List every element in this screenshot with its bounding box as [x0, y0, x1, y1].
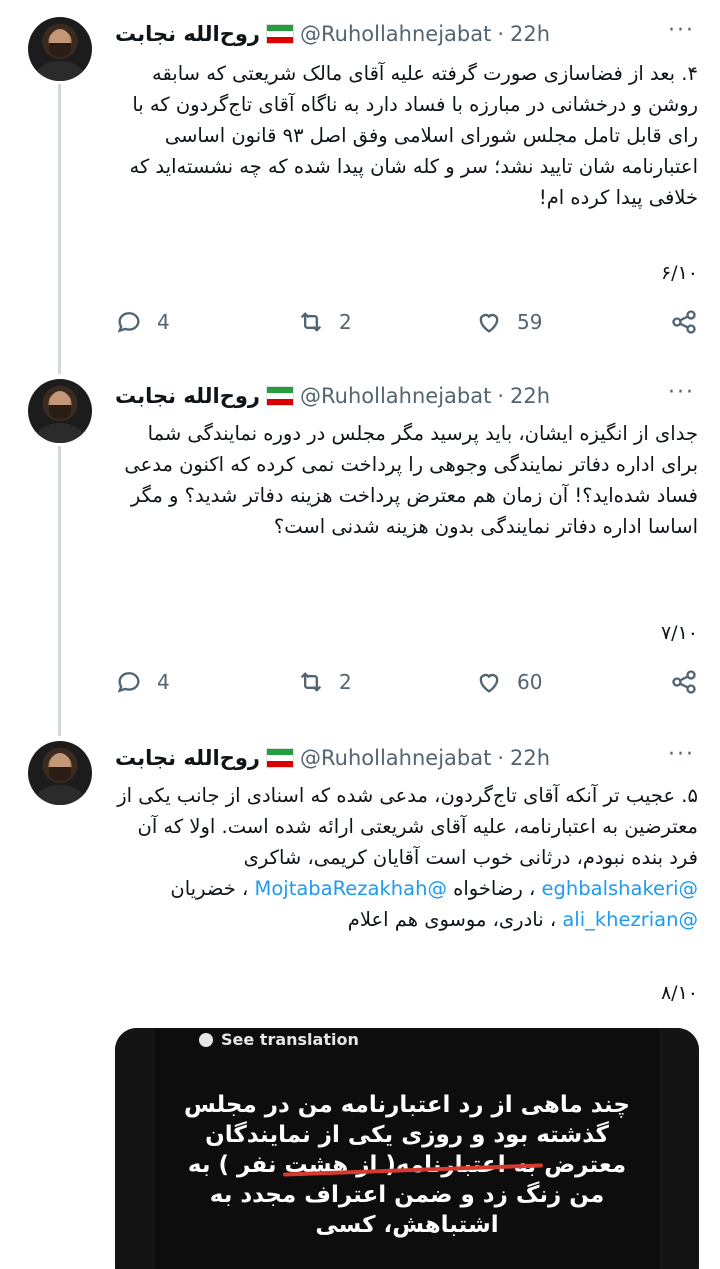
user-handle[interactable]: @Ruhollahnejabat: [300, 746, 491, 770]
retweet-button[interactable]: 2: [297, 668, 352, 696]
more-icon[interactable]: ···: [668, 16, 695, 46]
reply-button[interactable]: 4: [115, 308, 170, 336]
share-icon: [672, 310, 696, 334]
see-translation-label: See translation: [199, 1030, 359, 1049]
thread-count: ۸/۱۰: [660, 982, 698, 1004]
retweet-count: 2: [339, 670, 352, 694]
tweet-text-part: ۵. عجیب تر آنکه آقای تاج‌گردون، مدعی شده…: [117, 784, 698, 869]
thread-count: ۶/۱۰: [660, 262, 698, 284]
heart-icon: [479, 673, 499, 693]
avatar[interactable]: [28, 741, 92, 805]
display-name[interactable]: روح‌الله نجابت: [115, 22, 260, 46]
separator-dot: ·: [497, 22, 505, 46]
like-button[interactable]: 60: [475, 668, 542, 696]
iran-flag-icon: [266, 748, 295, 768]
like-count: 59: [517, 310, 543, 334]
tweet-header: روح‌الله نجابت @Ruhollahnejabat · 22h ··…: [115, 16, 695, 52]
tweet-text-part: ، خضریان: [170, 877, 255, 900]
like-button[interactable]: 59: [475, 308, 542, 336]
retweet-count: 2: [339, 310, 352, 334]
mention-link[interactable]: @ali_khezrian: [562, 908, 698, 931]
image-text: چند ماهی از رد اعتبارنامه من در مجلس گذش…: [184, 1092, 630, 1238]
see-translation-text: See translation: [221, 1030, 359, 1049]
share-icon: [672, 670, 696, 694]
action-bar: 4 2 59: [115, 308, 700, 342]
iran-flag-icon: [266, 386, 295, 406]
mention-link[interactable]: @eghbalshakeri: [542, 877, 698, 900]
tweet-header: روح‌الله نجابت @Ruhollahnejabat · 22h ··…: [115, 378, 695, 414]
avatar[interactable]: [28, 17, 92, 81]
reply-count: 4: [157, 310, 170, 334]
retweet-icon: [300, 312, 322, 332]
tweet[interactable]: روح‌الله نجابت @Ruhollahnejabat · 22h ··…: [0, 362, 720, 724]
timestamp[interactable]: 22h: [510, 384, 550, 408]
tweet[interactable]: روح‌الله نجابت @Ruhollahnejabat · 22h ··…: [0, 0, 720, 360]
user-handle[interactable]: @Ruhollahnejabat: [300, 384, 491, 408]
like-count: 60: [517, 670, 543, 694]
reply-button[interactable]: 4: [115, 668, 170, 696]
heart-icon: [479, 313, 499, 333]
iran-flag-icon: [266, 24, 295, 44]
mention-link[interactable]: @MojtabaRezakhah: [255, 877, 447, 900]
more-icon[interactable]: ···: [668, 378, 695, 408]
timestamp[interactable]: 22h: [510, 746, 550, 770]
retweet-button[interactable]: 2: [297, 308, 352, 336]
share-button[interactable]: [670, 668, 698, 696]
reply-count: 4: [157, 670, 170, 694]
image-border: [659, 1028, 699, 1269]
image-border: [115, 1028, 155, 1269]
separator-dot: ·: [497, 384, 505, 408]
more-icon[interactable]: ···: [668, 740, 695, 770]
share-button[interactable]: [670, 308, 698, 336]
retweet-icon: [300, 672, 322, 692]
timestamp[interactable]: 22h: [510, 22, 550, 46]
action-bar: 4 2 60: [115, 668, 700, 702]
user-handle[interactable]: @Ruhollahnejabat: [300, 22, 491, 46]
thread-count: ۷/۱۰: [660, 622, 698, 644]
tweet-text: جدای از انگیزه ایشان، باید پرسید مگر مجل…: [124, 422, 698, 538]
tweet-text-part: ، نادری، موسوی هم اعلام: [347, 908, 563, 931]
tweet-header: روح‌الله نجابت @Ruhollahnejabat · 22h ··…: [115, 740, 695, 776]
tweet-text: ۵. عجیب تر آنکه آقای تاج‌گردون، مدعی شده…: [108, 780, 698, 935]
reply-icon: [117, 312, 140, 333]
tweet-text: ۴. بعد از فضاسازی صورت گرفته علیه آقای م…: [129, 62, 699, 209]
tweet-media-image[interactable]: See translation چند ماهی از رد اعتبارنام…: [115, 1028, 699, 1269]
display-name[interactable]: روح‌الله نجابت: [115, 746, 260, 770]
reply-icon: [117, 672, 140, 693]
avatar[interactable]: [28, 379, 92, 443]
translate-icon: [199, 1032, 213, 1047]
tweet-text-part: ، رضاخواه: [446, 877, 542, 900]
separator-dot: ·: [497, 746, 505, 770]
display-name[interactable]: روح‌الله نجابت: [115, 384, 260, 408]
